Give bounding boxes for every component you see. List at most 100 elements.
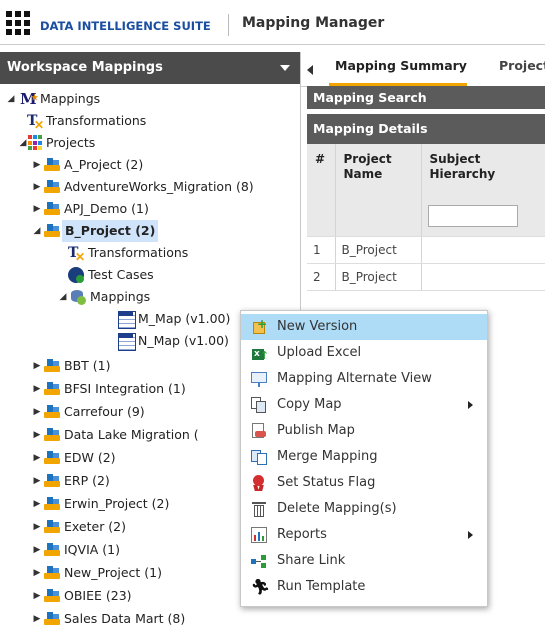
menu-item-mapping-alternate-view[interactable]: Mapping Alternate View bbox=[241, 366, 487, 392]
project-icon bbox=[44, 473, 60, 489]
project-icon bbox=[44, 588, 60, 604]
tree-node-label: M_Map (v1.00) bbox=[138, 311, 231, 326]
expand-icon[interactable]: ▶ bbox=[32, 539, 42, 561]
filter-cell bbox=[307, 196, 336, 237]
collapse-icon[interactable]: ◢ bbox=[6, 88, 16, 110]
table-row[interactable]: 2 B_Project bbox=[307, 263, 545, 291]
expand-icon[interactable]: ▶ bbox=[32, 516, 42, 538]
menu-item-upload-excel[interactable]: x ↑ Upload Excel bbox=[241, 340, 487, 366]
expand-icon[interactable]: ▶ bbox=[32, 608, 42, 630]
tab-project[interactable]: Project bbox=[499, 58, 545, 73]
test-cases-icon bbox=[68, 267, 84, 283]
share-link-icon bbox=[251, 553, 267, 569]
new-version-icon: + bbox=[251, 318, 267, 335]
column-header-subject-hierarchy[interactable]: Subject Hierarchy bbox=[421, 144, 545, 196]
menu-item-label: Reports bbox=[277, 527, 327, 542]
alternate-view-icon bbox=[251, 371, 267, 387]
expand-icon[interactable]: ▶ bbox=[32, 493, 42, 515]
menu-item-publish-map[interactable]: Publish Map bbox=[241, 418, 487, 444]
mapping-details-header[interactable]: Mapping Details bbox=[307, 114, 545, 144]
app-header: DATA INTELLIGENCE SUITE Mapping Manager bbox=[0, 4, 545, 45]
project-icon bbox=[44, 542, 60, 558]
row-project-name: B_Project bbox=[335, 236, 422, 264]
tree-node-label: BBT (1) bbox=[64, 358, 111, 373]
mapping-details-table: # Project Name Subject Hierarchy 1 B_Pro… bbox=[307, 144, 545, 291]
menu-item-label: Publish Map bbox=[277, 423, 355, 438]
menu-item-merge-mapping[interactable]: Merge Mapping bbox=[241, 444, 487, 470]
menu-item-set-status-flag[interactable]: Set Status Flag bbox=[241, 470, 487, 496]
expand-icon[interactable]: ▶ bbox=[32, 198, 42, 220]
project-icon bbox=[44, 427, 60, 443]
expand-icon[interactable]: ▶ bbox=[32, 378, 42, 400]
module-title: Mapping Manager bbox=[242, 15, 385, 31]
menu-item-share-link[interactable]: Share Link bbox=[241, 548, 487, 574]
tree-node-label: BFSI Integration (1) bbox=[64, 381, 186, 396]
row-project-name: B_Project bbox=[335, 263, 422, 291]
menu-item-label: Copy Map bbox=[277, 397, 342, 412]
project-icon bbox=[44, 201, 60, 217]
table-filter-row bbox=[307, 196, 545, 237]
status-flag-icon bbox=[251, 475, 267, 491]
suite-title[interactable]: DATA INTELLIGENCE SUITE bbox=[40, 19, 211, 33]
panel-dropdown-icon[interactable] bbox=[280, 65, 290, 71]
mapping-search-header[interactable]: Mapping Search bbox=[307, 86, 545, 109]
table-header-row: # Project Name Subject Hierarchy bbox=[307, 144, 545, 196]
reports-icon bbox=[251, 527, 267, 543]
menu-item-label: Run Template bbox=[277, 579, 366, 594]
mappings-folder-icon bbox=[70, 289, 86, 305]
tab-mapping-summary[interactable]: Mapping Summary bbox=[335, 58, 467, 73]
expand-icon[interactable]: ▶ bbox=[32, 470, 42, 492]
menu-item-label: Merge Mapping bbox=[277, 449, 378, 464]
tree-node-label: AdventureWorks_Migration (8) bbox=[64, 179, 254, 194]
menu-item-label: Share Link bbox=[277, 553, 346, 568]
menu-item-label: New Version bbox=[277, 319, 358, 334]
table-row[interactable]: 1 B_Project bbox=[307, 236, 545, 264]
tree-node-label: Transformations bbox=[46, 113, 147, 128]
tree-node-label: IQVIA (1) bbox=[64, 542, 120, 557]
project-icon bbox=[44, 519, 60, 535]
expand-icon[interactable]: ▶ bbox=[32, 355, 42, 377]
workspace-panel-header: Workspace Mappings bbox=[0, 52, 300, 84]
row-subject-hierarchy bbox=[421, 236, 545, 264]
workspace-panel-title: Workspace Mappings bbox=[7, 60, 163, 75]
menu-item-delete-mapping[interactable]: Delete Mapping(s) bbox=[241, 496, 487, 522]
menu-item-label: Upload Excel bbox=[277, 345, 362, 360]
menu-item-run-template[interactable]: 🏃︎ Run Template bbox=[241, 574, 487, 600]
tree-node-label: Erwin_Project (2) bbox=[64, 496, 170, 511]
project-icon bbox=[44, 358, 60, 374]
submenu-arrow-icon bbox=[468, 401, 473, 409]
expand-icon[interactable]: ▶ bbox=[32, 176, 42, 198]
trash-icon bbox=[251, 501, 267, 517]
tree-node-label: Mappings bbox=[90, 289, 151, 304]
collapse-icon[interactable]: ◢ bbox=[32, 220, 42, 242]
menu-item-new-version[interactable]: + New Version bbox=[241, 314, 487, 340]
expand-icon[interactable]: ▶ bbox=[32, 154, 42, 176]
app-launcher-icon[interactable] bbox=[6, 11, 30, 35]
column-header-number[interactable]: # bbox=[307, 144, 336, 196]
column-header-project-name[interactable]: Project Name bbox=[335, 144, 422, 196]
tree-node-label: Data Lake Migration ( bbox=[64, 427, 199, 442]
expand-icon[interactable]: ▶ bbox=[32, 562, 42, 584]
tab-bar: Mapping Summary Project bbox=[301, 52, 545, 87]
expand-icon[interactable]: ▶ bbox=[32, 447, 42, 469]
project-icon bbox=[44, 496, 60, 512]
tree-node-label: New_Project (1) bbox=[64, 565, 162, 580]
project-icon bbox=[44, 223, 60, 239]
menu-item-reports[interactable]: Reports bbox=[241, 522, 487, 548]
row-number: 2 bbox=[307, 263, 336, 291]
tab-scroll-left-icon[interactable] bbox=[307, 65, 313, 75]
collapse-icon[interactable]: ◢ bbox=[58, 286, 68, 308]
tree-node-label: Sales Data Mart (8) bbox=[64, 611, 186, 626]
menu-item-copy-map[interactable]: Copy Map bbox=[241, 392, 487, 418]
submenu-arrow-icon bbox=[468, 531, 473, 539]
menu-item-label: Set Status Flag bbox=[277, 475, 376, 490]
map-icon bbox=[118, 333, 136, 351]
subject-hierarchy-filter-input[interactable] bbox=[427, 205, 518, 227]
expand-icon[interactable]: ▶ bbox=[32, 424, 42, 446]
expand-icon[interactable]: ▶ bbox=[32, 585, 42, 607]
collapse-icon[interactable]: ◢ bbox=[18, 132, 28, 154]
projects-icon bbox=[28, 135, 44, 151]
tree-node-label: B_Project (2) bbox=[62, 220, 159, 242]
upload-excel-icon: x ↑ bbox=[252, 349, 270, 362]
expand-icon[interactable]: ▶ bbox=[32, 401, 42, 423]
